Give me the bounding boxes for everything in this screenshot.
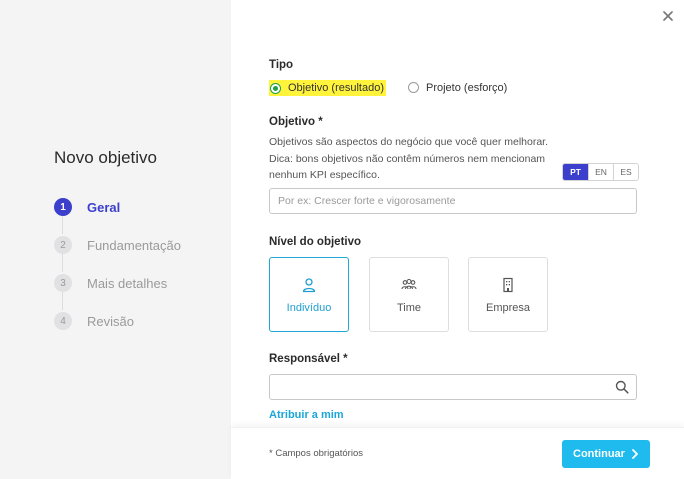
radio-label: Objetivo (resultado) [288,82,384,94]
footer: * Campos obrigatórios Continuar [231,427,684,479]
team-icon [401,278,417,290]
close-icon[interactable] [660,8,676,24]
radio-objetivo[interactable]: Objetivo (resultado) [269,80,386,96]
wizard-title: Novo objetivo [54,148,158,167]
nivel-label: Nível do objetivo [269,236,362,248]
radio-label: Projeto (esforço) [426,81,508,94]
step-number: 2 [54,236,72,254]
radio-projeto[interactable]: Projeto (esforço) [408,80,507,95]
radio-selected-icon [270,82,281,94]
step-fundamentacao[interactable]: 2 Fundamentação [54,235,181,255]
radio-unselected-icon [408,82,419,93]
lang-en-button[interactable]: EN [588,164,613,180]
responsavel-input[interactable] [269,374,637,400]
step-label: Revisão [87,313,134,329]
objetivo-label: Objetivo * [269,116,323,128]
step-number: 4 [54,312,72,330]
tipo-label: Tipo [269,59,294,71]
step-connector [62,216,63,234]
step-geral[interactable]: 1 Geral [54,197,120,217]
required-fields-note: * Campos obrigatórios [269,448,363,459]
objetivo-input[interactable] [269,188,637,214]
level-card-time[interactable]: Time [369,257,449,332]
step-connector [62,292,63,310]
continue-button[interactable]: Continuar [562,440,650,468]
chevron-right-icon [632,449,638,459]
level-card-label: Time [396,302,422,314]
level-card-label: Empresa [485,302,531,314]
sidebar: Novo objetivo 1 Geral 2 Fundamentação 3 … [0,0,231,479]
building-icon [503,277,513,293]
level-card-label: Indivíduo [286,302,332,314]
step-label: Geral [87,199,121,215]
step-revisao[interactable]: 4 Revisão [54,311,134,331]
step-label: Fundamentação [87,237,181,253]
step-connector [62,254,63,272]
responsavel-label: Responsável * [269,353,348,365]
search-icon[interactable] [615,380,629,394]
objetivo-help-text: Objetivos são aspectos do negócio que vo… [269,136,549,181]
level-card-individuo[interactable]: Indivíduo [269,257,349,332]
lang-es-button[interactable]: ES [613,164,638,180]
person-icon [302,278,316,293]
level-card-empresa[interactable]: Empresa [468,257,548,332]
assign-to-me-link[interactable]: Atribuir a mim [269,409,344,421]
language-toggle: PT EN ES [562,163,639,181]
step-label: Mais detalhes [87,275,168,291]
continue-label: Continuar [573,448,625,460]
step-number: 1 [54,198,72,216]
step-number: 3 [54,274,72,292]
lang-pt-button[interactable]: PT [563,164,588,180]
step-mais-detalhes[interactable]: 3 Mais detalhes [54,273,167,293]
